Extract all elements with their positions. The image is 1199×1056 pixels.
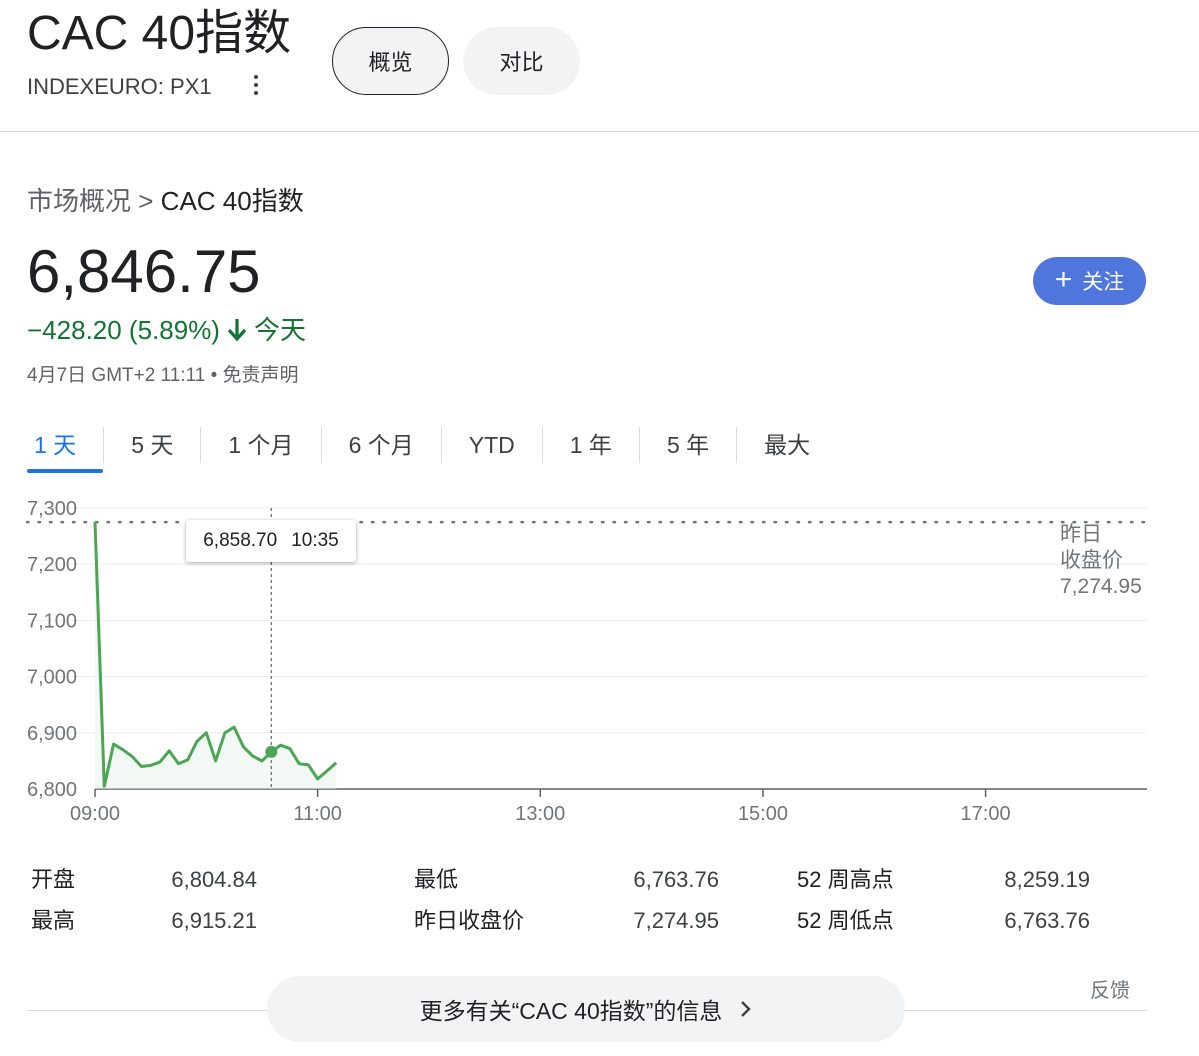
- price-chart[interactable]: 7,300 7,200 7,100 7,000 6,900 6,80009:00 11:00…: [0, 490, 1199, 830]
- stats-table: 开盘 6,804.84 最高 6,915.21 最低 6,763.76 昨日收盘…: [31, 862, 1131, 952]
- x-tick-label: 15:00: [738, 803, 788, 825]
- range-1d[interactable]: 1 天: [27, 423, 104, 473]
- more-options-icon[interactable]: [246, 70, 266, 100]
- change-value: −428.20 (5.89%): [27, 315, 220, 345]
- more-info-label: 更多有关“CAC 40指数”的信息: [419, 998, 723, 1024]
- prev-close-title-1: 昨日: [1060, 523, 1102, 546]
- current-price: 6,846.75: [27, 238, 261, 305]
- price-change: −428.20 (5.89%) 今天: [27, 314, 306, 346]
- tab-compare[interactable]: 对比: [463, 27, 580, 95]
- hover-point: [265, 745, 278, 758]
- chart-tooltip: 6,858.70 10:35: [186, 520, 356, 562]
- stat-label: 最高: [31, 908, 76, 933]
- x-tick-label: 09:00: [70, 803, 120, 825]
- chevron-right-icon: [741, 1001, 752, 1017]
- y-tick-label: 7,300: [27, 498, 77, 520]
- stat-label: 开盘: [31, 867, 76, 892]
- tooltip-value: 6,858.70: [203, 530, 278, 551]
- more-info-button[interactable]: 更多有关“CAC 40指数”的信息: [267, 976, 905, 1042]
- breadcrumb: 市场概况 > CAC 40指数: [27, 185, 304, 217]
- breadcrumb-parent-link[interactable]: 市场概况: [27, 186, 131, 216]
- prev-close-title-2: 收盘价: [1060, 549, 1123, 572]
- range-5y[interactable]: 5 年: [640, 423, 736, 467]
- plus-icon: +: [1054, 262, 1073, 296]
- range-1y[interactable]: 1 年: [543, 423, 639, 467]
- stat-label: 最低: [414, 867, 459, 892]
- header-divider: [0, 131, 1199, 132]
- y-tick-label: 7,200: [27, 554, 77, 576]
- feedback-link[interactable]: 反馈: [1090, 974, 1130, 1003]
- stat-label: 52 周低点: [797, 908, 894, 933]
- y-tick-label: 6,900: [27, 723, 77, 745]
- stat-value: 7,274.95: [633, 908, 719, 933]
- series-area: [95, 522, 337, 789]
- change-period: 今天: [253, 315, 306, 345]
- range-tabs: 1 天 5 天 1 个月 6 个月 YTD 1 年 5 年 最大: [27, 420, 837, 473]
- stat-value: 6,915.21: [171, 908, 257, 933]
- follow-button[interactable]: + 关注: [1033, 257, 1146, 305]
- y-tick-label: 7,100: [27, 610, 77, 632]
- breadcrumb-current: CAC 40指数: [160, 186, 304, 216]
- range-6m[interactable]: 6 个月: [322, 423, 441, 467]
- prev-close-value: 7,274.95: [1060, 575, 1142, 598]
- tooltip-time: 10:35: [291, 530, 339, 551]
- y-tick-label: 6,800: [27, 779, 77, 801]
- ticker-symbol: INDEXEURO: PX1: [27, 74, 212, 99]
- range-1m[interactable]: 1 个月: [201, 423, 320, 467]
- stat-value: 6,763.76: [1004, 908, 1090, 933]
- range-ytd[interactable]: YTD: [442, 423, 542, 467]
- stat-label: 昨日收盘价: [414, 908, 525, 933]
- stat-value: 6,804.84: [171, 867, 257, 892]
- page-title: CAC 40指数: [27, 7, 292, 60]
- y-tick-label: 7,000: [27, 667, 77, 689]
- stat-value: 8,259.19: [1004, 867, 1090, 892]
- x-tick-label: 17:00: [961, 803, 1011, 825]
- breadcrumb-separator: >: [138, 186, 154, 216]
- range-max[interactable]: 最大: [737, 423, 837, 467]
- arrow-down-icon: [227, 319, 247, 342]
- previous-close-label: 昨日 收盘价 7,274.95: [1060, 522, 1142, 600]
- x-tick-label: 11:00: [293, 803, 342, 825]
- x-tick-label: 13:00: [515, 803, 565, 825]
- tab-overview[interactable]: 概览: [332, 27, 449, 95]
- quote-timestamp: 4月7日 GMT+2 11:11 • 免责声明: [27, 365, 299, 386]
- stat-value: 6,763.76: [633, 867, 719, 892]
- follow-label: 关注: [1082, 271, 1125, 294]
- stat-label: 52 周高点: [797, 867, 894, 892]
- range-5d[interactable]: 5 天: [104, 423, 200, 467]
